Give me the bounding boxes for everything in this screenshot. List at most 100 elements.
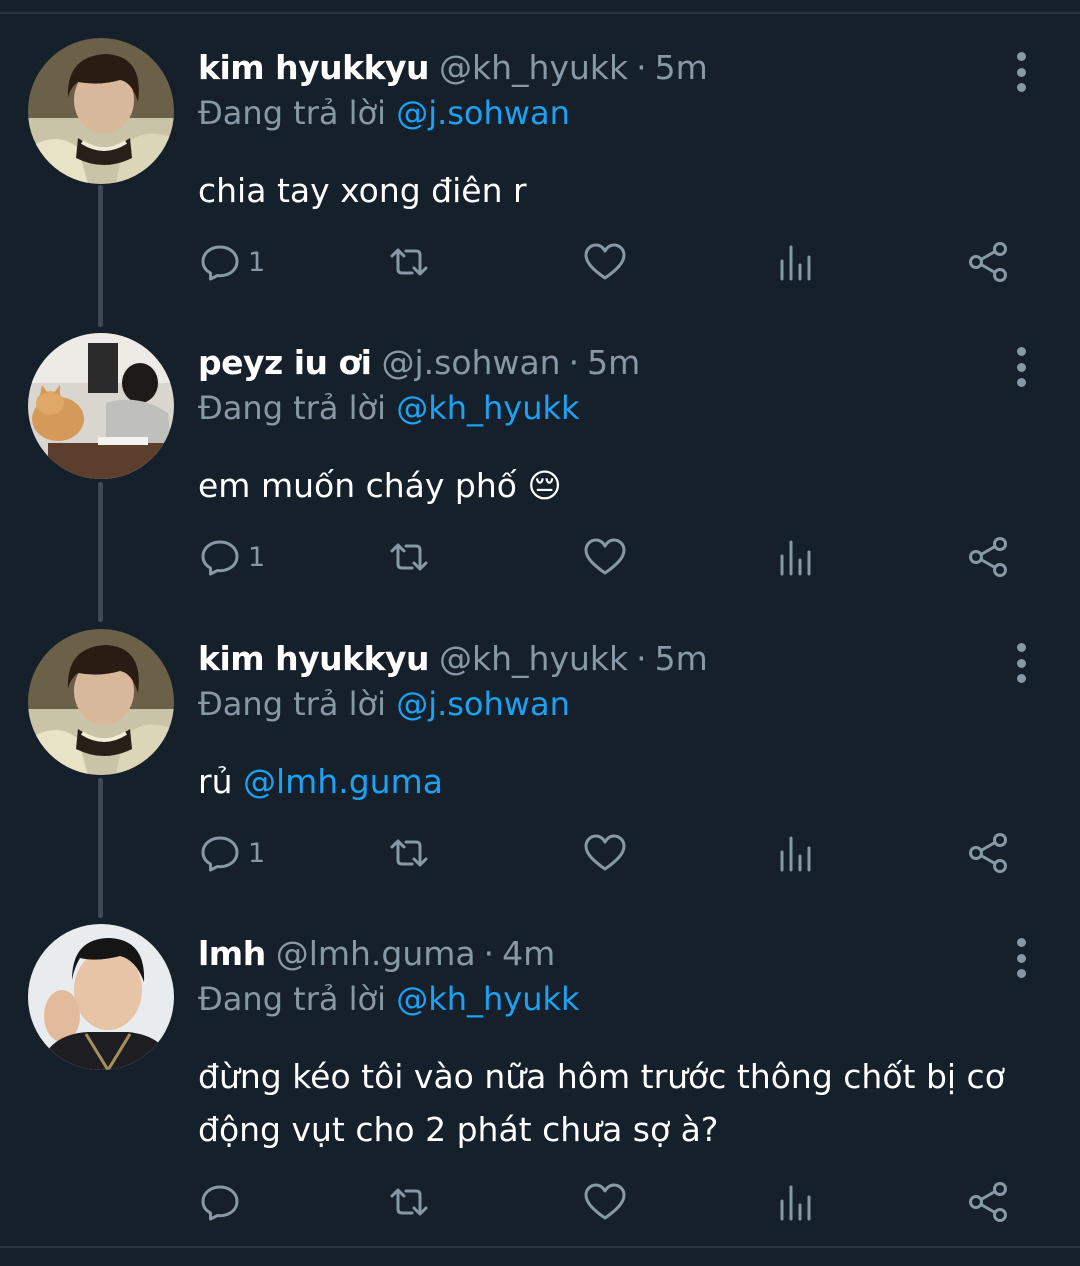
share-button[interactable] (966, 829, 1012, 877)
tweet-text-content: chia tay xong điên r (198, 171, 527, 210)
tweet-text: em muốn cháy phố 😔 (198, 459, 1028, 512)
bar-chart-icon (774, 534, 820, 580)
like-button[interactable] (582, 533, 628, 581)
user-handle[interactable]: @j.sohwan (382, 343, 561, 382)
bar-chart-icon (774, 239, 820, 285)
retweet-button[interactable] (386, 533, 432, 581)
timestamp[interactable]: 5m (587, 343, 640, 382)
tweet-header: lmh @lmh.guma · 4m (198, 934, 555, 982)
replying-to: Đang trả lời @j.sohwan (198, 685, 570, 723)
reply-button[interactable]: 1 (198, 238, 265, 286)
share-button[interactable] (966, 238, 1012, 286)
replying-to-mention[interactable]: @kh_hyukk (396, 389, 579, 427)
replying-to-label: Đang trả lời (198, 685, 397, 723)
avatar[interactable] (28, 924, 174, 1070)
tweet-text: đừng kéo tôi vào nữa hôm trước thông chố… (198, 1050, 1018, 1156)
reply-count: 1 (248, 246, 266, 278)
share-button[interactable] (966, 533, 1012, 581)
more-options-icon[interactable] (1010, 938, 1032, 978)
more-options-icon[interactable] (1010, 347, 1032, 387)
views-button[interactable] (774, 1178, 820, 1226)
retweet-button[interactable] (386, 829, 432, 877)
reply-count: 1 (248, 541, 266, 573)
retweet-button[interactable] (386, 238, 432, 286)
retweet-icon (386, 239, 432, 285)
reply-button[interactable]: 1 (198, 533, 265, 581)
user-handle[interactable]: @kh_hyukk (439, 639, 628, 678)
heart-icon (582, 830, 628, 876)
reply-button[interactable]: 1 (198, 829, 265, 877)
divider (0, 12, 1080, 14)
replying-to-mention[interactable]: @j.sohwan (396, 685, 570, 723)
heart-icon (582, 534, 628, 580)
tweet-text-content: đừng kéo tôi vào nữa hôm trước thông chố… (198, 1057, 1005, 1149)
retweet-icon (386, 830, 432, 876)
share-icon (966, 534, 1012, 580)
tweet-text-content: rủ (198, 762, 243, 801)
user-handle[interactable]: @lmh.guma (276, 934, 476, 973)
retweet-icon (386, 534, 432, 580)
like-button[interactable] (582, 829, 628, 877)
share-button[interactable] (966, 1178, 1012, 1226)
views-button[interactable] (774, 829, 820, 877)
heart-icon (582, 239, 628, 285)
action-bar: 1 (198, 533, 1028, 581)
tweet-text: chia tay xong điên r (198, 164, 1028, 217)
separator: · (636, 639, 647, 678)
replying-to: Đang trả lời @kh_hyukk (198, 389, 580, 427)
reply-bubble-icon (198, 830, 244, 876)
share-icon (966, 830, 1012, 876)
separator: · (568, 343, 580, 382)
tweet-text: rủ @lmh.guma (198, 755, 1028, 808)
like-button[interactable] (582, 238, 628, 286)
timestamp[interactable]: 5m (655, 639, 708, 678)
like-button[interactable] (582, 1178, 628, 1226)
display-name[interactable]: kim hyukkyu (198, 639, 430, 678)
avatar[interactable] (28, 38, 174, 184)
display-name[interactable]: lmh (198, 934, 266, 973)
views-button[interactable] (774, 238, 820, 286)
more-options-icon[interactable] (1010, 643, 1032, 683)
tweet[interactable]: kim hyukkyu @kh_hyukk · 5m Đang trả lời … (0, 38, 1080, 298)
reply-count: 1 (248, 837, 266, 869)
bar-chart-icon (774, 830, 820, 876)
replying-to-label: Đang trả lời (198, 389, 397, 427)
replying-to-mention[interactable]: @kh_hyukk (396, 980, 579, 1018)
divider (0, 1246, 1080, 1248)
retweet-button[interactable] (386, 1178, 432, 1226)
action-bar: 1 (198, 238, 1028, 286)
tweet-header: kim hyukkyu @kh_hyukk · 5m (198, 639, 708, 687)
reply-bubble-icon (198, 534, 244, 580)
tweet[interactable]: kim hyukkyu @kh_hyukk · 5m Đang trả lời … (0, 629, 1080, 889)
tweet-header: peyz iu ơi @j.sohwan · 5m (198, 343, 640, 391)
share-icon (966, 239, 1012, 285)
separator: · (636, 48, 647, 87)
tweet-header: kim hyukkyu @kh_hyukk · 5m (198, 48, 708, 96)
timestamp[interactable]: 4m (502, 934, 555, 973)
user-handle[interactable]: @kh_hyukk (439, 48, 628, 87)
reply-thread: kim hyukkyu @kh_hyukk · 5m Đang trả lời … (0, 0, 1080, 1266)
tweet[interactable]: peyz iu ơi @j.sohwan · 5m Đang trả lời @… (0, 333, 1080, 593)
timestamp[interactable]: 5m (655, 48, 708, 87)
replying-to-mention[interactable]: @j.sohwan (396, 94, 570, 132)
tweet[interactable]: lmh @lmh.guma · 4m Đang trả lời @kh_hyuk… (0, 924, 1080, 1234)
reply-button[interactable] (198, 1178, 248, 1226)
display-name[interactable]: peyz iu ơi (198, 343, 372, 382)
separator: · (483, 934, 495, 973)
replying-to-label: Đang trả lời (198, 94, 397, 132)
tweet-text-content: em muốn cháy phố 😔 (198, 466, 562, 505)
avatar[interactable] (28, 629, 174, 775)
views-button[interactable] (774, 533, 820, 581)
bar-chart-icon (774, 1179, 820, 1225)
heart-icon (582, 1179, 628, 1225)
replying-to: Đang trả lời @kh_hyukk (198, 980, 580, 1018)
retweet-icon (386, 1179, 432, 1225)
replying-to: Đang trả lời @j.sohwan (198, 94, 570, 132)
reply-bubble-icon (198, 239, 244, 285)
action-bar: 1 (198, 829, 1028, 877)
avatar[interactable] (28, 333, 174, 479)
reply-bubble-icon (198, 1179, 244, 1225)
display-name[interactable]: kim hyukkyu (198, 48, 430, 87)
more-options-icon[interactable] (1010, 52, 1032, 92)
tweet-mention[interactable]: @lmh.guma (243, 762, 443, 801)
